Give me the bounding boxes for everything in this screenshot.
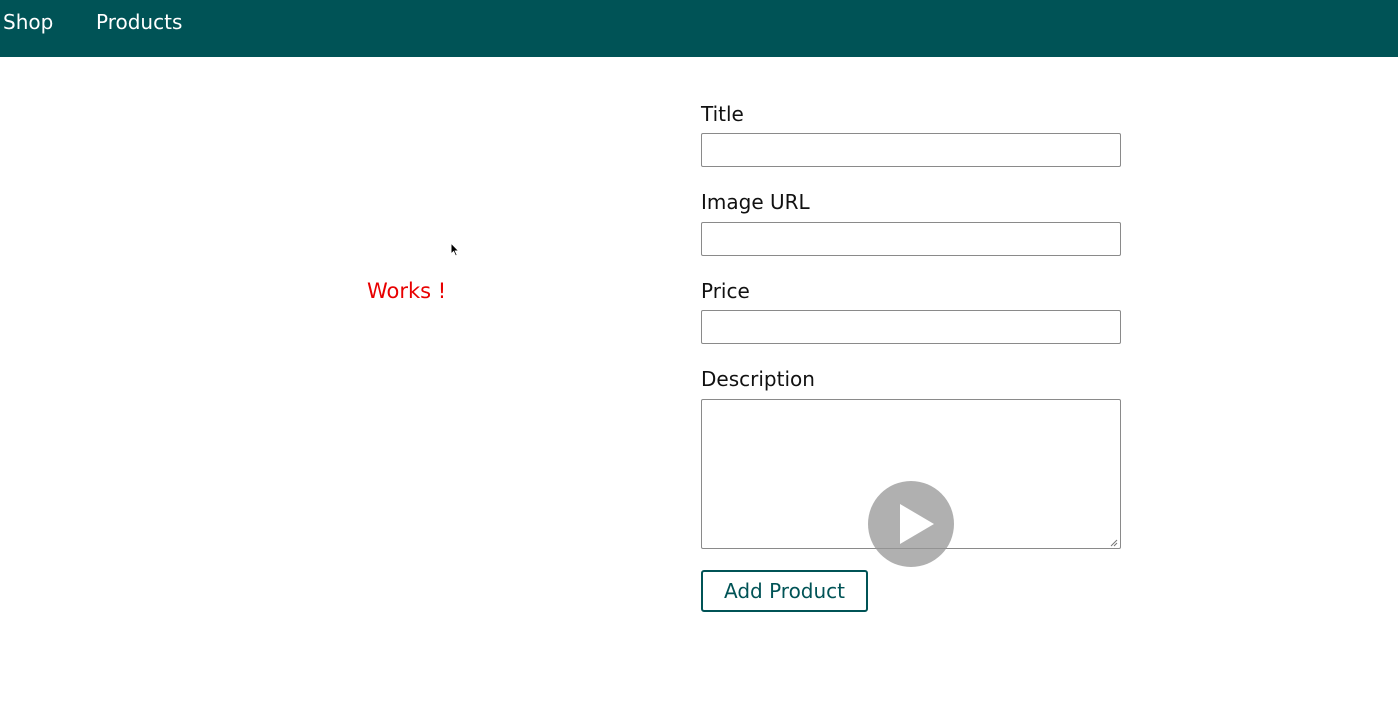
video-play-button[interactable] xyxy=(868,481,954,567)
resize-grip-icon[interactable] xyxy=(1110,539,1118,547)
price-label: Price xyxy=(701,279,750,303)
mouse-pointer-icon xyxy=(450,242,460,257)
description-label: Description xyxy=(701,367,815,391)
status-message: Works ! xyxy=(367,279,447,303)
nav-item-shop[interactable]: Shop xyxy=(3,8,53,36)
title-input[interactable] xyxy=(701,133,1121,167)
nav-item-products[interactable]: Products xyxy=(96,8,182,36)
title-label: Title xyxy=(701,102,744,126)
image-url-label: Image URL xyxy=(701,190,810,214)
price-input[interactable] xyxy=(701,310,1121,344)
play-icon xyxy=(900,504,934,544)
image-url-input[interactable] xyxy=(701,222,1121,256)
top-navigation-bar: Shop Products xyxy=(0,0,1398,57)
add-product-button[interactable]: Add Product xyxy=(701,570,869,612)
